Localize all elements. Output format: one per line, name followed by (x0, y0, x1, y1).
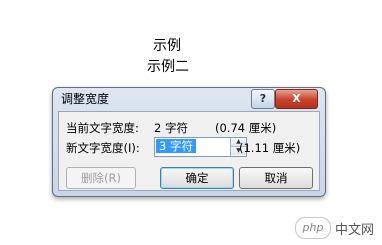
ok-button[interactable]: 确定 (160, 167, 234, 189)
document-text-line-1: 示例 (153, 38, 181, 54)
current-width-label: 当前文字宽度: (66, 121, 139, 135)
adjust-width-dialog: 调整宽度 ? X 当前文字宽度: 2 字符 (0.74 厘米) 新文字宽度(I)… (52, 87, 326, 197)
new-width-label: 新文字宽度(I): (66, 141, 140, 155)
watermark: php 中文网 (294, 217, 374, 239)
dialog-title: 调整宽度 (61, 92, 110, 106)
new-width-input[interactable]: 3 字符 (156, 139, 196, 153)
help-button[interactable]: ? (251, 89, 275, 109)
current-width-value: 2 字符 (154, 121, 188, 135)
watermark-text: 中文网 (334, 222, 374, 238)
help-icon: ? (259, 92, 267, 105)
php-logo-icon: php (294, 217, 331, 239)
new-width-cm: (1.11 厘米) (239, 141, 301, 155)
cancel-button[interactable]: 取消 (239, 167, 313, 189)
dialog-body: 当前文字宽度: 2 字符 (0.74 厘米) 新文字宽度(I): 3 字符 ▲ … (58, 111, 320, 191)
close-button[interactable]: X (275, 89, 318, 109)
current-width-cm: (0.74 厘米) (215, 121, 277, 135)
dialog-titlebar[interactable]: 调整宽度 ? X (53, 88, 325, 111)
close-icon: X (292, 92, 301, 105)
document-text-line-2: 示例二 (147, 59, 189, 75)
delete-button[interactable]: 删除(R) (66, 167, 136, 189)
new-width-spinner[interactable]: 3 字符 ▲ ▼ (154, 137, 247, 157)
